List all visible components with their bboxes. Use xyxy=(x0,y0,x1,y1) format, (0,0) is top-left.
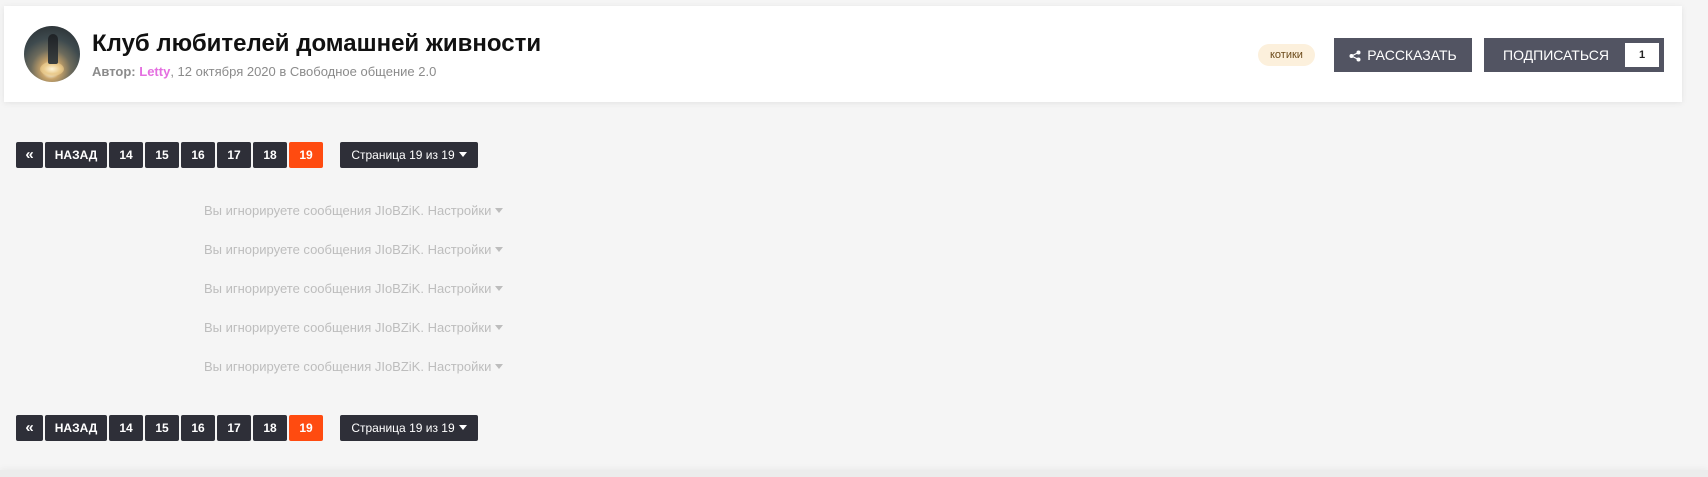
share-label: РАССКАЗАТЬ xyxy=(1367,47,1457,63)
caret-down-icon xyxy=(458,152,467,157)
page-link[interactable]: 14 xyxy=(109,415,143,441)
share-button[interactable]: РАССКАЗАТЬ xyxy=(1334,38,1472,72)
page-link[interactable]: 15 xyxy=(145,415,179,441)
ignored-post-notice: Вы игнорируете сообщения JIoBZiK. Настро… xyxy=(204,281,504,296)
previous-page-button[interactable]: НАЗАД xyxy=(45,142,107,168)
caret-down-icon xyxy=(495,325,504,330)
ignore-settings-menu[interactable]: Настройки xyxy=(428,359,504,374)
settings-label: Настройки xyxy=(427,281,492,296)
page-link[interactable]: 18 xyxy=(253,142,287,168)
page-jump-dropdown[interactable]: Страница 19 из 19 xyxy=(340,415,478,441)
topic-title: Клуб любителей домашней живности xyxy=(92,30,542,57)
ignored-text: Вы игнорируете сообщения JIoBZiK. xyxy=(204,320,424,335)
first-page-button[interactable]: « xyxy=(16,415,43,441)
meta-details: , 12 октября 2020 в Свободное общение 2.… xyxy=(170,64,437,79)
ignored-text: Вы игнорируете сообщения JIoBZiK. xyxy=(204,359,424,374)
author-avatar[interactable] xyxy=(24,26,80,82)
ignored-text: Вы игнорируете сообщения JIoBZiK. xyxy=(204,203,424,218)
page-jump-label: Страница 19 из 19 xyxy=(351,421,455,435)
ignored-text: Вы игнорируете сообщения JIoBZiK. xyxy=(204,242,424,257)
caret-down-icon xyxy=(495,286,504,291)
ignored-text: Вы игнорируете сообщения JIoBZiK. xyxy=(204,281,424,296)
ignore-settings-menu[interactable]: Настройки xyxy=(428,242,504,257)
pagination-bottom: « НАЗАД 14 15 16 17 18 19 Страница 19 из… xyxy=(16,415,480,441)
first-page-button[interactable]: « xyxy=(16,142,43,168)
caret-down-icon xyxy=(495,364,504,369)
page-link[interactable]: 14 xyxy=(109,142,143,168)
page-jump-dropdown[interactable]: Страница 19 из 19 xyxy=(340,142,478,168)
caret-down-icon xyxy=(495,208,504,213)
double-chevron-left-icon: « xyxy=(25,419,34,436)
tag-badge[interactable]: котики xyxy=(1258,44,1315,66)
settings-label: Настройки xyxy=(427,203,492,218)
page-link[interactable]: 18 xyxy=(253,415,287,441)
caret-down-icon xyxy=(495,247,504,252)
current-page[interactable]: 19 xyxy=(289,415,323,441)
page-link[interactable]: 17 xyxy=(217,142,251,168)
ignored-post-notice: Вы игнорируете сообщения JIoBZiK. Настро… xyxy=(204,203,504,218)
page-jump-label: Страница 19 из 19 xyxy=(351,148,455,162)
caret-down-icon xyxy=(458,425,467,430)
footer-divider xyxy=(0,470,1708,477)
topic-header: Клуб любителей домашней живности Автор: … xyxy=(4,6,1682,102)
pagination-top: « НАЗАД 14 15 16 17 18 19 Страница 19 из… xyxy=(16,142,480,168)
ignored-post-notice: Вы игнорируете сообщения JIoBZiK. Настро… xyxy=(204,320,504,335)
settings-label: Настройки xyxy=(427,320,492,335)
avatar-figure xyxy=(48,34,58,64)
page-link[interactable]: 15 xyxy=(145,142,179,168)
share-icon xyxy=(1349,40,1361,74)
double-chevron-left-icon: « xyxy=(25,146,34,163)
topic-meta: Автор: Letty, 12 октября 2020 в Свободно… xyxy=(92,64,436,79)
page-link[interactable]: 16 xyxy=(181,415,215,441)
settings-label: Настройки xyxy=(427,242,492,257)
ignore-settings-menu[interactable]: Настройки xyxy=(428,281,504,296)
page-link[interactable]: 17 xyxy=(217,415,251,441)
subscribe-label: ПОДПИСАТЬСЯ xyxy=(1503,47,1609,63)
settings-label: Настройки xyxy=(427,359,492,374)
subscribe-button[interactable]: ПОДПИСАТЬСЯ 1 xyxy=(1484,38,1664,72)
author-label: Автор: xyxy=(92,64,136,79)
avatar-glow xyxy=(40,62,64,76)
ignore-settings-menu[interactable]: Настройки xyxy=(428,320,504,335)
subscriber-count: 1 xyxy=(1625,43,1659,67)
current-page[interactable]: 19 xyxy=(289,142,323,168)
author-link[interactable]: Letty xyxy=(139,64,170,79)
page-link[interactable]: 16 xyxy=(181,142,215,168)
previous-page-button[interactable]: НАЗАД xyxy=(45,415,107,441)
ignored-post-notice: Вы игнорируете сообщения JIoBZiK. Настро… xyxy=(204,242,504,257)
ignore-settings-menu[interactable]: Настройки xyxy=(428,203,504,218)
ignored-post-notice: Вы игнорируете сообщения JIoBZiK. Настро… xyxy=(204,359,504,374)
